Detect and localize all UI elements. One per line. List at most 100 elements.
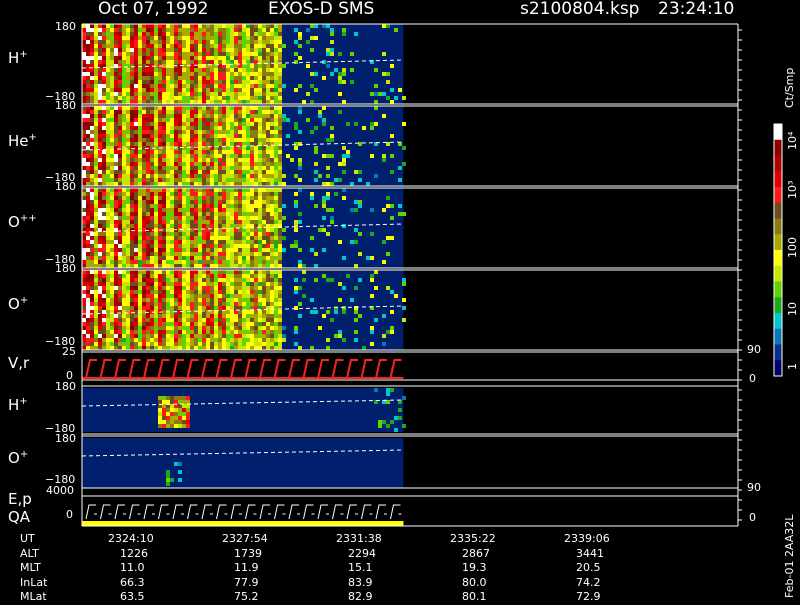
- spectrogram-cell: [390, 326, 394, 330]
- spectrogram-cell: [94, 150, 98, 154]
- spectrogram-cell: [214, 342, 218, 346]
- spectrogram-cell: [274, 130, 278, 134]
- spectrogram-cell: [234, 48, 238, 52]
- spectrogram-cell: [266, 40, 270, 44]
- spectrogram-cell: [86, 84, 90, 88]
- spectrogram-cell: [218, 162, 222, 166]
- spectrogram-cell: [178, 88, 182, 92]
- spectrogram-cell: [394, 428, 398, 432]
- spectrogram-cell: [94, 208, 98, 212]
- spectrogram-cell: [242, 154, 246, 158]
- spectrogram-cell: [158, 118, 162, 122]
- spectrogram-cell: [86, 32, 90, 36]
- spectrogram-cell: [238, 72, 242, 76]
- spectrogram-cell: [138, 60, 142, 64]
- spectrogram-cell: [82, 306, 86, 310]
- spectrogram-cell: [114, 154, 118, 158]
- spectrogram-cell: [298, 212, 302, 216]
- spectrogram-cell: [262, 72, 266, 76]
- spectrogram-cell: [238, 134, 242, 138]
- spectrogram-cell: [154, 232, 158, 236]
- spectrogram-cell: [178, 326, 182, 330]
- spectrogram-cell: [122, 100, 126, 104]
- spectrogram-cell: [98, 114, 102, 118]
- spectrogram-cell: [242, 270, 246, 274]
- spectrogram-cell: [198, 334, 202, 338]
- spectrogram-cell: [382, 208, 386, 212]
- spectrogram-cell: [114, 48, 118, 52]
- spectrogram-cell: [98, 154, 102, 158]
- spectrogram-cell: [182, 64, 186, 68]
- spectrogram-cell: [106, 204, 110, 208]
- spectrogram-cell: [114, 110, 118, 114]
- spectrogram-cell: [258, 154, 262, 158]
- spectrogram-cell: [130, 32, 134, 36]
- spectrogram-cell: [206, 208, 210, 212]
- spectrogram-cell: [110, 290, 114, 294]
- spectrogram-cell: [150, 260, 154, 264]
- spectrogram-cell: [226, 106, 230, 110]
- spectrogram-cell: [278, 240, 282, 244]
- spectrogram-cell: [170, 298, 174, 302]
- spectrogram-cell: [258, 182, 262, 186]
- spectrogram-cell: [202, 142, 206, 146]
- spectrogram-cell: [214, 122, 218, 126]
- spectrogram-cell: [278, 192, 282, 196]
- spectrogram-cell: [230, 76, 234, 80]
- spectrogram-cell: [174, 232, 178, 236]
- spectrogram-cell: [398, 178, 402, 182]
- spectrogram-cell: [278, 118, 282, 122]
- spectrogram-cell: [150, 92, 154, 96]
- spectrogram-cell: [230, 252, 234, 256]
- spectrogram-cell: [114, 84, 118, 88]
- spectrogram-cell: [170, 236, 174, 240]
- spectrogram-cell: [118, 166, 122, 170]
- spectrogram-cell: [218, 224, 222, 228]
- energy-trace: [332, 504, 343, 520]
- spectrogram-cell: [162, 212, 166, 216]
- spectrogram-cell: [242, 178, 246, 182]
- spectrogram-cell: [222, 56, 226, 60]
- spectrogram-cell: [218, 270, 222, 274]
- spectrogram-cell: [338, 162, 342, 166]
- spectrogram-cell: [210, 76, 214, 80]
- spectrogram-cell: [238, 314, 242, 318]
- spectrogram-cell: [134, 130, 138, 134]
- spectrogram-cell: [158, 80, 162, 84]
- spectrogram-cell: [258, 248, 262, 252]
- spectrogram-cell: [122, 196, 126, 200]
- spectrogram-cell: [158, 294, 162, 298]
- spectrogram-cell: [166, 114, 170, 118]
- spectrogram-cell: [146, 244, 150, 248]
- spectrogram-cell: [98, 178, 102, 182]
- spectrogram-cell: [110, 232, 114, 236]
- spectrogram-cell: [222, 28, 226, 32]
- ytick-top: 180: [55, 432, 76, 445]
- spectrogram-cell: [210, 290, 214, 294]
- spectrogram-cell: [154, 224, 158, 228]
- spectrogram-cell: [182, 192, 186, 196]
- spectrogram-cell: [342, 196, 346, 200]
- spectrogram-cell: [274, 326, 278, 330]
- spectrogram-cell: [246, 252, 250, 256]
- spectrogram-cell: [226, 314, 230, 318]
- spectrogram-cell: [162, 36, 166, 40]
- spectrogram-cell: [166, 200, 170, 204]
- spectrogram-cell: [118, 122, 122, 126]
- spectrogram-cell: [306, 28, 310, 32]
- spectrogram-cell: [106, 150, 110, 154]
- spectrogram-cell: [118, 330, 122, 334]
- spectrogram-cell: [342, 162, 346, 166]
- spectrogram-cell: [246, 200, 250, 204]
- spectrogram-cell: [114, 174, 118, 178]
- spectrogram-cell: [202, 76, 206, 80]
- spectrogram-cell: [158, 318, 162, 322]
- spectrogram-cell: [210, 44, 214, 48]
- spectrogram-cell: [266, 342, 270, 346]
- spectrogram-cell: [178, 252, 182, 256]
- spectrogram-cell: [266, 286, 270, 290]
- spectrogram-cell: [246, 208, 250, 212]
- spectrogram-cell: [382, 24, 386, 28]
- spectrogram-cell: [154, 278, 158, 282]
- spectrogram-cell: [90, 88, 94, 92]
